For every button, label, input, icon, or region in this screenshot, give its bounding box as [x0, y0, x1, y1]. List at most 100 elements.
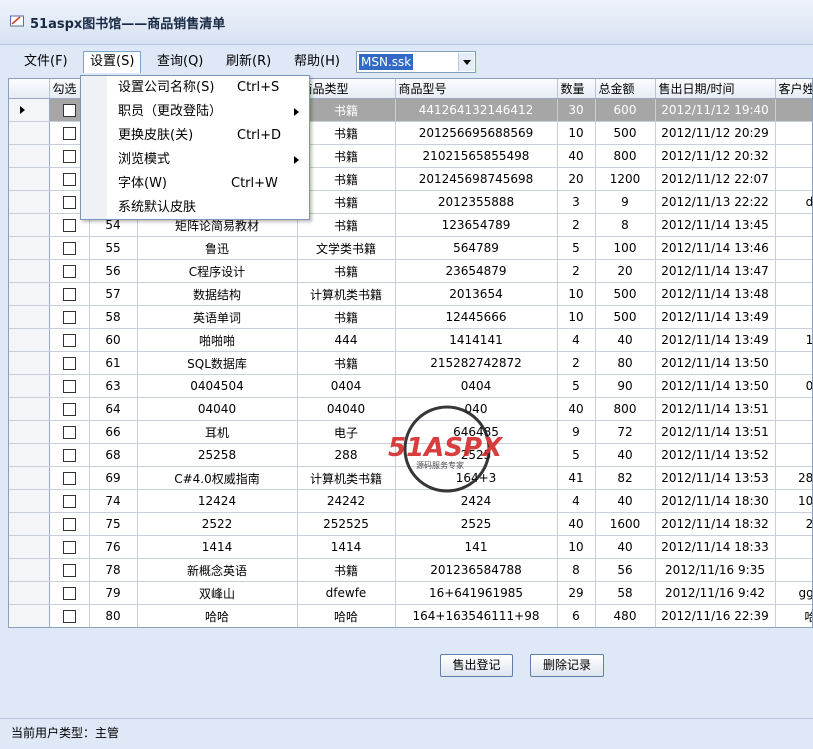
table-row[interactable]: 761414141414110402012/11/14 18:3314: [9, 535, 812, 559]
row-header[interactable]: [9, 213, 50, 237]
row-header[interactable]: [9, 167, 50, 191]
menu-file[interactable]: 文件(F): [18, 51, 74, 73]
table-row[interactable]: 78新概念英语书籍2012365847888562012/11/16 9:35青: [9, 558, 812, 582]
table-row[interactable]: 56C程序设计书籍236548792202012/11/14 13:4733: [9, 259, 812, 283]
row-header[interactable]: [9, 535, 50, 559]
table-row[interactable]: 79 双峰山 dfewfe 16+641961985 29 58 2012/11/16 9:…: [9, 581, 812, 605]
row-header[interactable]: [9, 328, 50, 352]
header-amount[interactable]: 总金额: [595, 79, 656, 99]
row-header[interactable]: [9, 259, 50, 283]
menu-query[interactable]: 查询(Q): [151, 51, 209, 73]
cell-amount: 9: [595, 190, 656, 214]
row-checkbox[interactable]: [62, 288, 76, 301]
cell-model: 441264132146412: [395, 98, 558, 122]
table-row[interactable]: 57 数据结构 计算机类书籍 2013654 10 500 2012/11/14 13:48…: [9, 282, 812, 306]
cell-id: 57: [89, 282, 138, 306]
row-checkbox[interactable]: [62, 173, 76, 186]
row-checkbox[interactable]: [62, 242, 76, 255]
row-checkbox[interactable]: [62, 380, 76, 393]
cell-name: 英语单词: [137, 305, 298, 329]
row-checkbox[interactable]: [62, 472, 76, 485]
cell-id: 64: [89, 397, 138, 421]
menu-item-staff-login[interactable]: 职员（更改登陆）: [81, 100, 309, 124]
menu-settings[interactable]: 设置(S): [83, 51, 142, 73]
row-checkbox[interactable]: [62, 587, 76, 600]
row-checkbox[interactable]: [62, 357, 76, 370]
cell-qty: 2: [557, 213, 596, 237]
cell-date: 2012/11/14 18:33: [655, 535, 776, 559]
cell-date: 2012/11/14 13:47: [655, 259, 776, 283]
row-checkbox[interactable]: [62, 495, 76, 508]
row-checkbox[interactable]: [62, 219, 76, 232]
menu-help[interactable]: 帮助(H): [288, 51, 346, 73]
row-header[interactable]: [9, 489, 50, 513]
row-checkbox[interactable]: [62, 104, 76, 117]
cell-customer: 哈哈: [775, 604, 812, 627]
table-row[interactable]: 630404504040404045902012/11/14 13:50040: [9, 374, 812, 398]
row-header[interactable]: [9, 121, 50, 145]
skin-select[interactable]: MSN.ssk: [356, 51, 476, 73]
cell-name: 1414: [137, 535, 298, 559]
row-checkbox[interactable]: [62, 541, 76, 554]
header-model[interactable]: 商品型号: [395, 79, 558, 99]
menu-item-browse-mode[interactable]: 浏览模式: [81, 148, 309, 172]
row-header[interactable]: [9, 443, 50, 467]
row-checkbox[interactable]: [62, 564, 76, 577]
row-checkbox[interactable]: [62, 265, 76, 278]
menu-item-change-skin[interactable]: 更换皮肤(关) Ctrl+D: [81, 124, 309, 148]
row-header[interactable]: [9, 558, 50, 582]
row-checkbox[interactable]: [62, 150, 76, 163]
cell-date: 2012/11/13 22:22: [655, 190, 776, 214]
row-checkbox[interactable]: [62, 518, 76, 531]
menu-item-label: 系统默认皮肤: [118, 200, 197, 215]
row-header[interactable]: [9, 282, 50, 306]
menu-item-default-skin[interactable]: 系统默认皮肤: [81, 196, 309, 220]
table-row[interactable]: 75252225252525254016002012/11/14 18:3225…: [9, 512, 812, 536]
cell-date: 2012/11/14 13:51: [655, 420, 776, 444]
cell-model: 2525: [395, 512, 558, 536]
cell-model: 12445666: [395, 305, 558, 329]
row-checkbox[interactable]: [62, 449, 76, 462]
row-checkbox[interactable]: [62, 196, 76, 209]
cell-type: 书籍: [297, 98, 396, 122]
row-header[interactable]: [9, 305, 50, 329]
row-checkbox[interactable]: [62, 311, 76, 324]
row-header[interactable]: [9, 351, 50, 375]
row-header[interactable]: [9, 190, 50, 214]
row-header[interactable]: [9, 420, 50, 444]
row-header[interactable]: [9, 581, 50, 605]
row-checkbox[interactable]: [62, 610, 76, 623]
table-row[interactable]: 60啪啪啪44414141414402012/11/14 13:49101: [9, 328, 812, 352]
delete-record-button[interactable]: 删除记录: [530, 654, 604, 677]
header-qty[interactable]: 数量: [557, 79, 596, 99]
cell-date: 2012/11/14 13:51: [655, 397, 776, 421]
row-checkbox[interactable]: [62, 334, 76, 347]
row-header[interactable]: [9, 397, 50, 421]
cell-qty: 40: [557, 144, 596, 168]
row-header[interactable]: [9, 604, 50, 627]
table-row[interactable]: 55鲁迅文学类书籍56478951002012/11/14 13:4622: [9, 236, 812, 260]
row-header[interactable]: [9, 236, 50, 260]
menu-refresh[interactable]: 刷新(R): [220, 51, 277, 73]
row-header[interactable]: [9, 374, 50, 398]
table-row[interactable]: 58英语单词书籍12445666105002012/11/14 13:4944: [9, 305, 812, 329]
cell-date: 2012/11/14 13:45: [655, 213, 776, 237]
sell-register-button[interactable]: 售出登记: [440, 654, 513, 677]
row-checkbox[interactable]: [62, 127, 76, 140]
row-header[interactable]: [9, 512, 50, 536]
row-header[interactable]: [9, 466, 50, 490]
menu-item-company-name[interactable]: 设置公司名称(S) Ctrl+S: [81, 76, 309, 100]
header-date[interactable]: 售出日期/时间: [655, 79, 776, 99]
row-checkbox[interactable]: [62, 403, 76, 416]
header-type[interactable]: 商品类型: [297, 79, 396, 99]
chevron-down-icon[interactable]: [458, 53, 474, 71]
row-checkbox[interactable]: [62, 426, 76, 439]
cell-customer: 14: [775, 535, 812, 559]
table-row[interactable]: 61 SQL数据库 书籍 215282742872 2 80 2012/11/14 13:5…: [9, 351, 812, 375]
menu-item-font[interactable]: 字体(W) Ctrl+W: [81, 172, 309, 196]
row-header[interactable]: [9, 98, 50, 122]
table-row[interactable]: 80 哈哈 哈哈 164+163546111+98 6 480 2012/11/16 22:…: [9, 604, 812, 627]
row-header[interactable]: [9, 144, 50, 168]
row-checkbox-cell: [49, 374, 90, 398]
header-customer[interactable]: 客户姓: [775, 79, 812, 99]
